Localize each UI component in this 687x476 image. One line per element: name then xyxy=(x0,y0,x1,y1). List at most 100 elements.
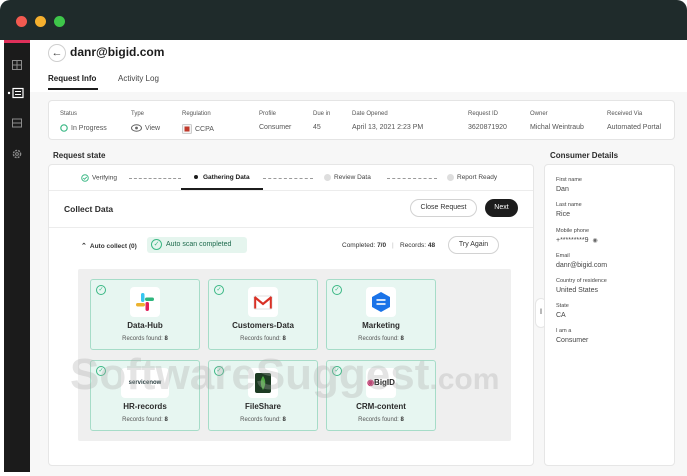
mongodb-icon xyxy=(248,368,278,398)
in-progress-icon xyxy=(60,124,68,132)
main-content: ← danr@bigid.com Request Info Activity L… xyxy=(30,40,687,476)
data-source-card-crm-content[interactable]: ✓ ◉BigID CRM-content Records found: 8 xyxy=(326,360,436,431)
inbox-icon[interactable] xyxy=(11,117,23,129)
data-source-name: Customers-Data xyxy=(232,321,294,330)
auto-collect-toggle[interactable]: ⌃ Auto collect (0) xyxy=(81,242,137,250)
check-circle-icon: ✓ xyxy=(214,366,224,376)
consumer-type-field: I am a Consumer xyxy=(556,328,589,344)
eye-icon xyxy=(131,124,142,132)
next-button[interactable]: Next xyxy=(485,199,518,217)
owner-field: Owner Michal Weintraub xyxy=(530,111,584,131)
minimize-window-button[interactable] xyxy=(35,16,46,27)
profile-value: Consumer xyxy=(259,124,292,131)
active-tab-indicator xyxy=(48,88,98,90)
due-in-field: Due in 45 xyxy=(313,111,331,131)
request-state-panel: Verifying Gathering Data Review Data Rep… xyxy=(48,164,534,466)
active-step-indicator xyxy=(181,188,263,190)
step-gathering-data[interactable]: Gathering Data xyxy=(194,174,250,181)
records-found: Records found: 8 xyxy=(240,336,286,342)
date-opened-value: April 13, 2021 2:23 PM xyxy=(352,124,424,131)
step-connector xyxy=(387,178,437,179)
records-found: Records found: 8 xyxy=(122,336,168,342)
owner-value: Michal Weintraub xyxy=(530,124,584,131)
progress-stepper: Verifying Gathering Data Review Data Rep… xyxy=(49,165,533,191)
email-field: Email danr@bigid.com xyxy=(556,253,608,269)
records-found: Records found: 8 xyxy=(358,336,404,342)
records-found: Records found: 8 xyxy=(122,417,168,423)
state-field: State CA xyxy=(556,303,569,319)
requests-list-icon[interactable] xyxy=(7,87,25,99)
gmail-icon xyxy=(248,287,278,317)
reveal-eye-icon[interactable]: ◉ xyxy=(593,238,598,244)
page-title: danr@bigid.com xyxy=(70,45,165,59)
tab-request-info[interactable]: Request Info xyxy=(48,74,96,83)
step-review-data[interactable]: Review Data xyxy=(324,174,371,181)
request-id-field: Request ID 3620871920 xyxy=(468,111,507,131)
status-field: Status In Progress xyxy=(60,111,107,132)
dashboard-icon[interactable] xyxy=(11,59,23,71)
step-connector xyxy=(129,178,181,179)
step-done-check-icon xyxy=(81,174,89,182)
data-source-card-hr-records[interactable]: ✓ servicenow HR-records Records found: 8 xyxy=(90,360,200,431)
check-circle-icon: ✓ xyxy=(96,285,106,295)
data-source-card-data-hub[interactable]: ✓ Data-Hub Records found: 8 xyxy=(90,279,200,350)
auto-scan-status-badge: ✓ Auto scan completed xyxy=(147,237,247,253)
profile-field: Profile Consumer xyxy=(259,111,292,131)
records-stat: Records: 48 xyxy=(400,242,436,249)
data-source-card-marketing[interactable]: ✓ Marketing Records found: 8 xyxy=(326,279,436,350)
data-source-name: Data-Hub xyxy=(127,321,163,330)
step-report-ready[interactable]: Report Ready xyxy=(447,174,497,181)
try-again-button[interactable]: Try Again xyxy=(448,236,499,254)
tab-activity-log[interactable]: Activity Log xyxy=(118,74,159,83)
status-value: In Progress xyxy=(71,124,107,132)
check-circle-icon: ✓ xyxy=(332,285,342,295)
records-found: Records found: 8 xyxy=(358,417,404,423)
step-active-dot-icon xyxy=(194,175,198,180)
data-source-name: HR-records xyxy=(123,402,167,411)
bigid-icon: ◉BigID xyxy=(366,368,396,398)
first-name-field: First name Dan xyxy=(556,177,582,193)
consumer-details-title: Consumer Details xyxy=(550,151,619,160)
completed-stat: Completed: 7/0 xyxy=(342,242,387,249)
step-verifying[interactable]: Verifying xyxy=(81,174,117,182)
received-via-value: Automated Portal xyxy=(607,124,662,131)
data-source-card-fileshare[interactable]: ✓ FileShare Records found: 8 xyxy=(208,360,318,431)
regulation-flag-icon xyxy=(182,124,192,134)
consumer-details-card: First name Dan Last name Rice Mobile pho… xyxy=(544,164,675,466)
request-info-card: Status In Progress Type View Regulation … xyxy=(48,100,675,140)
check-circle-icon: ✓ xyxy=(214,285,224,295)
collect-data-title: Collect Data xyxy=(64,204,114,214)
request-id-value: 3620871920 xyxy=(468,124,507,131)
data-source-card-customers-data[interactable]: ✓ Customers-Data Records found: 8 xyxy=(208,279,318,350)
check-circle-icon: ✓ xyxy=(332,366,342,376)
mobile-phone-field: Mobile phone +*********9 ◉ xyxy=(556,228,598,244)
stat-separator: | xyxy=(392,242,394,249)
maximize-window-button[interactable] xyxy=(54,16,65,27)
country-field: Country of residence United States xyxy=(556,278,607,294)
records-found: Records found: 8 xyxy=(240,417,286,423)
sidebar xyxy=(4,40,30,472)
due-in-value: 45 xyxy=(313,124,321,131)
data-source-name: FileShare xyxy=(244,402,281,411)
step-connector xyxy=(263,178,313,179)
settings-gear-icon[interactable] xyxy=(11,148,23,160)
regulation-field: Regulation CCPA xyxy=(182,111,214,134)
chevron-up-icon: ⌃ xyxy=(81,243,87,250)
slack-icon xyxy=(130,287,160,317)
close-request-button[interactable]: Close Request xyxy=(410,199,477,217)
last-name-field: Last name Rice xyxy=(556,202,582,218)
type-value: View xyxy=(145,124,161,132)
close-window-button[interactable] xyxy=(16,16,27,27)
step-pending-dot-icon xyxy=(447,174,454,181)
page-header: ← danr@bigid.com Request Info Activity L… xyxy=(30,40,687,92)
back-arrow-icon[interactable]: ← xyxy=(48,44,66,62)
data-source-name: Marketing xyxy=(362,321,400,330)
received-via-field: Received Via Automated Portal xyxy=(607,111,662,131)
data-sources-grid: ✓ Data-Hub Records found: 8 ✓ Customers-… xyxy=(78,269,511,441)
bigid-logo-mark: ◉ xyxy=(367,378,375,387)
type-field: Type View xyxy=(131,111,161,132)
sidebar-accent-bar xyxy=(4,40,30,43)
exchange-icon xyxy=(366,287,396,317)
window-titlebar xyxy=(0,0,687,40)
regulation-value: CCPA xyxy=(195,125,214,133)
